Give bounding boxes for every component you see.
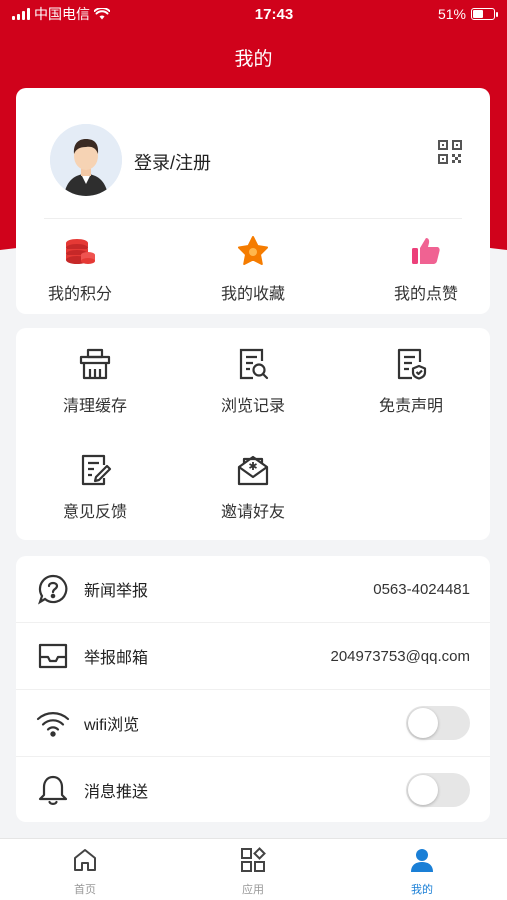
star-icon (238, 236, 268, 265)
qr-code-icon[interactable] (438, 140, 462, 164)
tab-home[interactable]: 首页 (45, 847, 125, 897)
tool-feedback[interactable]: 意见反馈 (35, 452, 155, 522)
help-icon (38, 574, 68, 605)
tool-clear-cache-label: 清理缓存 (62, 398, 127, 415)
battery-icon (471, 8, 498, 20)
tool-browse-history[interactable]: 浏览记录 (193, 346, 313, 416)
row-wifi-browse: wifi浏览 (16, 690, 490, 756)
signal-icon (12, 8, 30, 20)
stat-favorites[interactable]: 我的收藏 (193, 234, 313, 304)
disclaimer-icon (397, 348, 427, 380)
thumbs-up-icon (412, 238, 440, 264)
row-wifi-browse-label: wifi浏览 (84, 717, 140, 734)
trash-icon (79, 348, 111, 380)
wifi-browse-toggle[interactable] (406, 706, 470, 740)
invite-icon (237, 455, 269, 486)
stat-likes-label: 我的点赞 (393, 286, 458, 303)
stat-favorites-label: 我的收藏 (220, 286, 285, 303)
report-phone-number[interactable]: 0563-4024481 (373, 581, 470, 598)
login-register-link[interactable]: 登录/注册 (134, 149, 211, 175)
profile-card: 登录/注册 我的积分 我的收藏 我的点赞 (16, 88, 490, 314)
tab-apps[interactable]: 应用 (213, 847, 293, 897)
history-icon (239, 348, 269, 380)
row-report-email[interactable]: 举报邮箱 204973753@qq.com (16, 623, 490, 689)
page-title: 我的 (234, 49, 273, 70)
stat-likes[interactable]: 我的点赞 (366, 234, 486, 304)
toggle-knob (408, 708, 438, 738)
bottom-tab-bar: 首页 应用 我的 (0, 838, 507, 900)
toggle-knob (408, 775, 438, 805)
status-bar: 中国电信 17:43 51% (0, 0, 507, 28)
stat-points[interactable]: 我的积分 (20, 234, 140, 304)
inbox-icon (38, 643, 68, 669)
avatar[interactable] (50, 124, 122, 196)
feedback-icon (81, 454, 112, 486)
push-notifications-toggle[interactable] (406, 773, 470, 807)
row-report-email-label: 举报邮箱 (84, 650, 149, 667)
coins-icon (66, 239, 95, 264)
tool-invite-friends[interactable]: 邀请好友 (193, 452, 313, 522)
tab-apps-label: 应用 (242, 884, 264, 896)
status-time: 17:43 (254, 5, 294, 23)
row-push-notifications: 消息推送 (16, 757, 490, 823)
tools-card: 清理缓存 浏览记录 免责声明 意见反馈 邀请好友 (16, 328, 490, 540)
row-push-notifications-label: 消息推送 (84, 784, 149, 801)
apps-icon (241, 847, 266, 872)
tool-disclaimer-label: 免责声明 (378, 398, 443, 415)
carrier-label: 中国电信 (34, 6, 90, 22)
user-icon (411, 849, 433, 872)
tool-browse-history-label: 浏览记录 (220, 398, 285, 415)
battery-percent: 51% (437, 6, 466, 22)
tab-mine-label: 我的 (411, 884, 433, 896)
bell-icon (38, 775, 68, 805)
tool-invite-friends-label: 邀请好友 (220, 504, 285, 521)
tab-home-label: 首页 (74, 884, 96, 896)
home-icon (74, 849, 96, 871)
row-news-report[interactable]: 新闻举报 0563-4024481 (16, 556, 490, 622)
profile-divider (44, 218, 462, 219)
avatar-image (50, 124, 122, 196)
tool-feedback-label: 意见反馈 (62, 504, 127, 521)
row-news-report-label: 新闻举报 (84, 583, 149, 600)
wifi-status-icon (94, 8, 110, 20)
wifi-icon (36, 712, 70, 737)
tab-mine[interactable]: 我的 (382, 847, 462, 897)
tool-clear-cache[interactable]: 清理缓存 (35, 346, 155, 416)
stat-points-label: 我的积分 (47, 286, 112, 303)
page: 中国电信 17:43 51% 我的 登录/注册 我的积分 我的收藏 我的点赞 清… (0, 0, 507, 900)
settings-card: 新闻举报 0563-4024481 举报邮箱 204973753@qq.com … (16, 556, 490, 822)
report-email-address[interactable]: 204973753@qq.com (331, 648, 471, 665)
tool-disclaimer[interactable]: 免责声明 (351, 346, 471, 416)
